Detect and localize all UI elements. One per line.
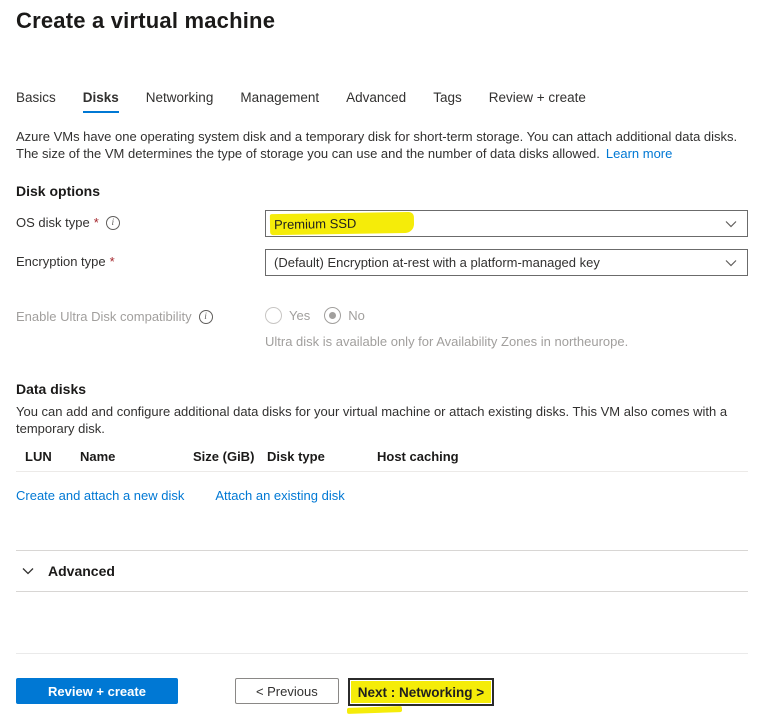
column-host-caching: Host caching (377, 449, 748, 464)
data-disks-table-header: LUN Name Size (GiB) Disk type Host cachi… (16, 449, 748, 472)
tab-tags[interactable]: Tags (433, 90, 462, 113)
highlight-smudge (347, 706, 402, 714)
advanced-label: Advanced (48, 563, 115, 579)
os-disk-type-label: OS disk type * (16, 210, 265, 230)
ultra-disk-row: Enable Ultra Disk compatibility Yes No U… (16, 304, 748, 349)
tab-management[interactable]: Management (240, 90, 319, 113)
page-title: Create a virtual machine (16, 8, 748, 34)
data-disks-description: You can add and configure additional dat… (16, 404, 753, 437)
ultra-disk-radio-yes[interactable]: Yes (265, 307, 310, 324)
chevron-down-icon (724, 217, 738, 231)
ultra-disk-note: Ultra disk is available only for Availab… (265, 334, 748, 349)
ultra-disk-radio-no[interactable]: No (324, 307, 365, 324)
os-disk-type-row: OS disk type * Premium SSD (16, 210, 748, 237)
column-name: Name (80, 449, 193, 464)
wizard-tabs: Basics Disks Networking Management Advan… (16, 90, 748, 113)
chevron-down-icon (724, 256, 738, 270)
required-asterisk: * (110, 254, 115, 269)
ultra-disk-radio-group: Yes No (265, 304, 748, 324)
next-button-highlighted-label: Next : Networking > (351, 681, 491, 703)
encryption-type-select[interactable]: (Default) Encryption at-rest with a plat… (265, 249, 748, 276)
tab-basics[interactable]: Basics (16, 90, 56, 113)
os-disk-type-value: Premium SSD (274, 216, 357, 232)
wizard-footer: Review + create < Previous Next : Networ… (16, 653, 748, 723)
disk-options-heading: Disk options (16, 183, 748, 199)
advanced-section-toggle[interactable]: Advanced (16, 550, 748, 592)
info-icon[interactable] (106, 216, 120, 230)
learn-more-link[interactable]: Learn more (606, 146, 672, 161)
tab-disks[interactable]: Disks (83, 90, 119, 113)
next-networking-button[interactable]: Next : Networking > (348, 678, 494, 706)
intro-paragraph: Azure VMs have one operating system disk… (16, 129, 753, 162)
data-disks-heading: Data disks (16, 381, 748, 397)
create-attach-new-disk-link[interactable]: Create and attach a new disk (16, 488, 184, 503)
previous-button[interactable]: < Previous (235, 678, 339, 704)
highlight-annotation: Premium SSD (270, 212, 415, 235)
tab-networking[interactable]: Networking (146, 90, 214, 113)
encryption-type-value: (Default) Encryption at-rest with a plat… (274, 255, 600, 270)
encryption-type-label: Encryption type * (16, 249, 265, 269)
attach-existing-disk-link[interactable]: Attach an existing disk (215, 488, 344, 503)
os-disk-type-select[interactable]: Premium SSD (265, 210, 748, 237)
tab-review-create[interactable]: Review + create (489, 90, 586, 113)
required-asterisk: * (94, 215, 99, 230)
ultra-disk-label: Enable Ultra Disk compatibility (16, 304, 265, 324)
column-size: Size (GiB) (193, 449, 267, 464)
info-icon[interactable] (199, 310, 213, 324)
column-disk-type: Disk type (267, 449, 377, 464)
encryption-type-row: Encryption type * (Default) Encryption a… (16, 249, 748, 276)
create-vm-page: Create a virtual machine Basics Disks Ne… (0, 0, 763, 723)
column-lun: LUN (25, 449, 80, 464)
chevron-down-icon (21, 564, 35, 578)
radio-circle-icon (265, 307, 282, 324)
data-disks-links: Create and attach a new disk Attach an e… (16, 488, 748, 503)
review-create-button[interactable]: Review + create (16, 678, 178, 704)
radio-circle-icon (324, 307, 341, 324)
tab-advanced[interactable]: Advanced (346, 90, 406, 113)
